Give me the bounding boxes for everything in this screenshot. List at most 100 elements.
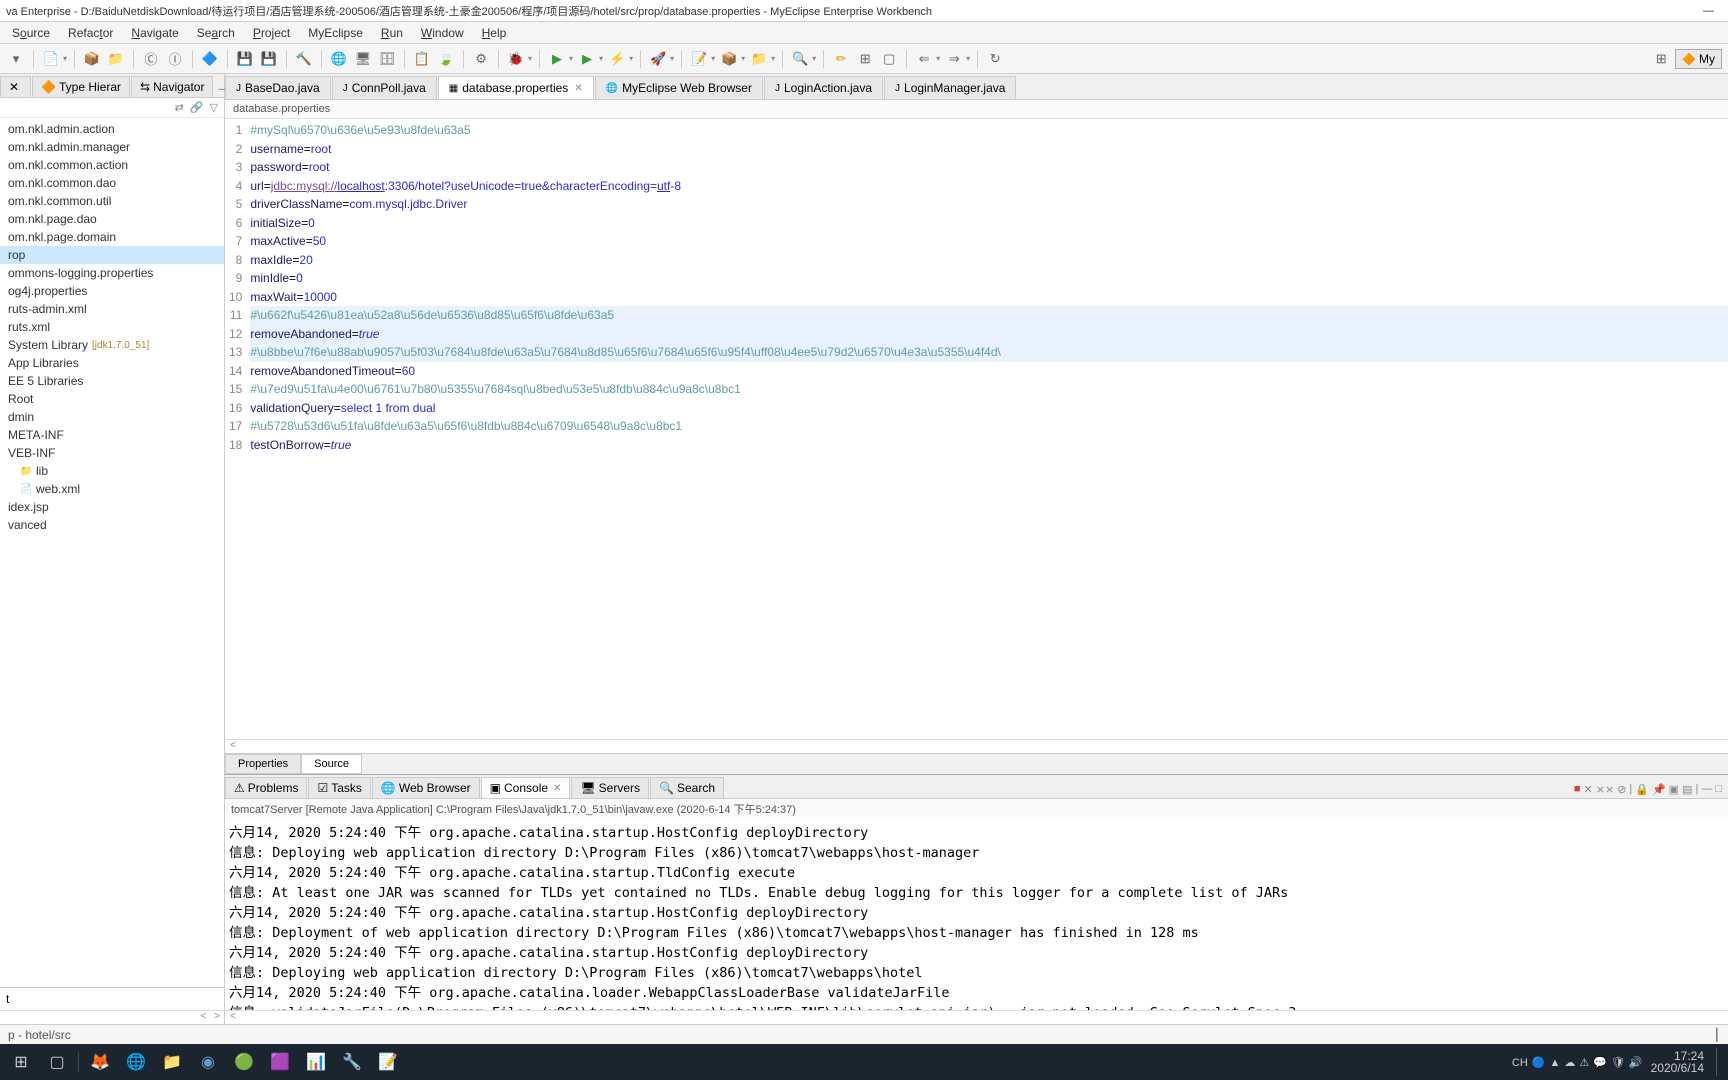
tree-item[interactable]: System Library [jdk1.7.0_51] (0, 336, 224, 354)
max-console-icon[interactable]: □ (1715, 783, 1722, 796)
menu-help[interactable]: Help (474, 24, 515, 42)
new-pkg-icon[interactable]: 📦 (719, 49, 739, 69)
remove-all-icon[interactable]: ⨯⨯ (1596, 783, 1614, 796)
forward-icon[interactable]: ⇒ (944, 49, 964, 69)
tray-icons[interactable]: CH🔵▲☁⚠💬🛡🔊 (1510, 1055, 1645, 1069)
tree-item[interactable]: 📄web.xml (0, 480, 224, 498)
collapse-icon[interactable]: ⇄ (175, 101, 184, 114)
close-tab-icon[interactable]: ✕ (574, 83, 582, 94)
bottom-tab-web-browser[interactable]: 🌐Web Browser (372, 777, 480, 798)
struts-icon[interactable]: 📋 (412, 49, 432, 69)
server-icon[interactable]: 🖥 (353, 49, 373, 69)
scroll-lock-icon[interactable]: 🔒 (1635, 783, 1649, 796)
toggle-icon[interactable]: ⊞ (855, 49, 875, 69)
app5-icon[interactable]: 📝 (373, 1048, 403, 1076)
menu-window[interactable]: Window (413, 24, 472, 42)
editor-breadcrumb[interactable]: database.properties (225, 100, 1728, 119)
view-tab[interactable]: 🔶Type Hierar (32, 76, 130, 97)
tree-item[interactable]: om.nkl.admin.manager (0, 138, 224, 156)
myeclipse-icon[interactable]: ◉ (193, 1048, 223, 1076)
editor-tab[interactable]: JBaseDao.java (225, 76, 331, 99)
bottom-tab-search[interactable]: 🔍Search (650, 777, 724, 798)
bottom-tab-problems[interactable]: ⚠Problems (225, 777, 307, 798)
new-class-icon[interactable]: 📝 (689, 49, 709, 69)
app3-icon[interactable]: 📊 (301, 1048, 331, 1076)
tree-item[interactable]: idex.jsp (0, 498, 224, 516)
tree-item[interactable]: ruts.xml (0, 318, 224, 336)
tree-item[interactable]: og4j.properties (0, 282, 224, 300)
spring-icon[interactable]: 🍃 (436, 49, 456, 69)
bottom-tab-servers[interactable]: 🖥Servers (571, 777, 649, 798)
show-desktop[interactable] (1716, 1048, 1722, 1076)
tree-item[interactable]: om.nkl.common.action (0, 156, 224, 174)
tree-item[interactable]: om.nkl.page.domain (0, 228, 224, 246)
new-folder-icon[interactable]: 📁 (749, 49, 769, 69)
refresh-icon[interactable]: ↻ (985, 49, 1005, 69)
save-icon[interactable]: 💾 (235, 49, 255, 69)
open-console-icon[interactable]: ▤ (1682, 783, 1692, 796)
db-icon[interactable]: 🗄 (377, 49, 397, 69)
extlaunch-icon[interactable]: ⚡ (607, 49, 627, 69)
tree-item[interactable]: om.nkl.admin.action (0, 120, 224, 138)
clear-icon[interactable]: ⊘ (1617, 783, 1626, 796)
chrome-icon[interactable]: 🌐 (121, 1048, 151, 1076)
menu-run[interactable]: Run (373, 24, 411, 42)
class-icon[interactable]: Ⓒ (141, 49, 161, 69)
tree-item[interactable]: EE 5 Libraries (0, 372, 224, 390)
pin-icon[interactable]: 📌 (1652, 783, 1666, 796)
explorer-icon[interactable]: 📁 (157, 1048, 187, 1076)
tree-item[interactable]: App Libraries (0, 354, 224, 372)
open-type-icon[interactable]: 🔷 (200, 49, 220, 69)
build-icon[interactable]: 🔨 (294, 49, 314, 69)
taskview-icon[interactable]: ▢ (42, 1048, 72, 1076)
system-clock[interactable]: 17:24 2020/6/14 (1651, 1050, 1710, 1074)
tree-item[interactable]: 📁lib (0, 462, 224, 480)
interface-icon[interactable]: Ⓘ (165, 49, 185, 69)
new-icon[interactable]: ▾ (6, 49, 26, 69)
project-tree[interactable]: om.nkl.admin.actionom.nkl.admin.managero… (0, 118, 224, 987)
tree-item[interactable]: dmin (0, 408, 224, 426)
bottom-tab-console[interactable]: ▣Console✕ (481, 777, 571, 798)
mark-icon[interactable]: ▢ (879, 49, 899, 69)
min-console-icon[interactable]: — (1701, 783, 1712, 796)
menu-refactor[interactable]: Refactor (60, 24, 121, 42)
menu-search[interactable]: Search (189, 24, 243, 42)
tree-item[interactable]: vanced (0, 516, 224, 534)
new-project-icon[interactable]: 📄 (41, 49, 61, 69)
saveall-icon[interactable]: 💾 (259, 49, 279, 69)
folder-icon[interactable]: 📁 (106, 49, 126, 69)
app2-icon[interactable]: 🟪 (265, 1048, 295, 1076)
launch-icon[interactable]: 🚀 (648, 49, 668, 69)
console-hscroll[interactable]: < (225, 1010, 1728, 1024)
menu-icon[interactable]: ▽ (210, 101, 218, 114)
editor-tab[interactable]: JLoginManager.java (884, 76, 1016, 99)
properties-tab[interactable]: Properties (225, 754, 301, 774)
debug-icon[interactable]: 🐞 (506, 49, 526, 69)
search-icon[interactable]: 🔍 (790, 49, 810, 69)
editor-hscroll[interactable]: < (225, 739, 1728, 753)
tree-item[interactable]: META-INF (0, 426, 224, 444)
format-icon[interactable]: ⚙ (471, 49, 491, 69)
console-output[interactable]: 六月14, 2020 5:24:40 下午 org.apache.catalin… (225, 819, 1728, 1010)
windows-taskbar[interactable]: ⊞ ▢ 🦊 🌐 📁 ◉ 🟢 🟪 📊 🔧 📝 CH🔵▲☁⚠💬🛡🔊 17:24 20… (0, 1044, 1728, 1080)
code-content[interactable]: #mySql\u6570\u636e\u5e93\u8fde\u63a5user… (250, 119, 1728, 739)
back-icon[interactable]: ⇐ (914, 49, 934, 69)
tree-item[interactable]: ommons-logging.properties (0, 264, 224, 282)
start-button[interactable]: ⊞ (6, 1048, 36, 1076)
tree-item[interactable]: ruts-admin.xml (0, 300, 224, 318)
pkg-icon[interactable]: 📦 (82, 49, 102, 69)
tree-item[interactable]: rop (0, 246, 224, 264)
run-icon[interactable]: ▶ (547, 49, 567, 69)
deploy-icon[interactable]: 🌐 (329, 49, 349, 69)
source-tab[interactable]: Source (301, 754, 362, 774)
link-icon[interactable]: 🔗 (190, 101, 204, 114)
editor-tab[interactable]: ▦database.properties✕ (438, 76, 594, 99)
close-tab-icon[interactable]: ✕ (553, 783, 561, 794)
firefox-icon[interactable]: 🦊 (85, 1048, 115, 1076)
code-editor[interactable]: 123456789101112131415161718 #mySql\u6570… (225, 119, 1728, 739)
tree-item[interactable]: VEB-INF (0, 444, 224, 462)
tree-item[interactable]: Root (0, 390, 224, 408)
menu-myeclipse[interactable]: MyEclipse (300, 24, 371, 42)
menu-navigate[interactable]: Navigate (123, 24, 186, 42)
tree-item[interactable]: om.nkl.common.util (0, 192, 224, 210)
